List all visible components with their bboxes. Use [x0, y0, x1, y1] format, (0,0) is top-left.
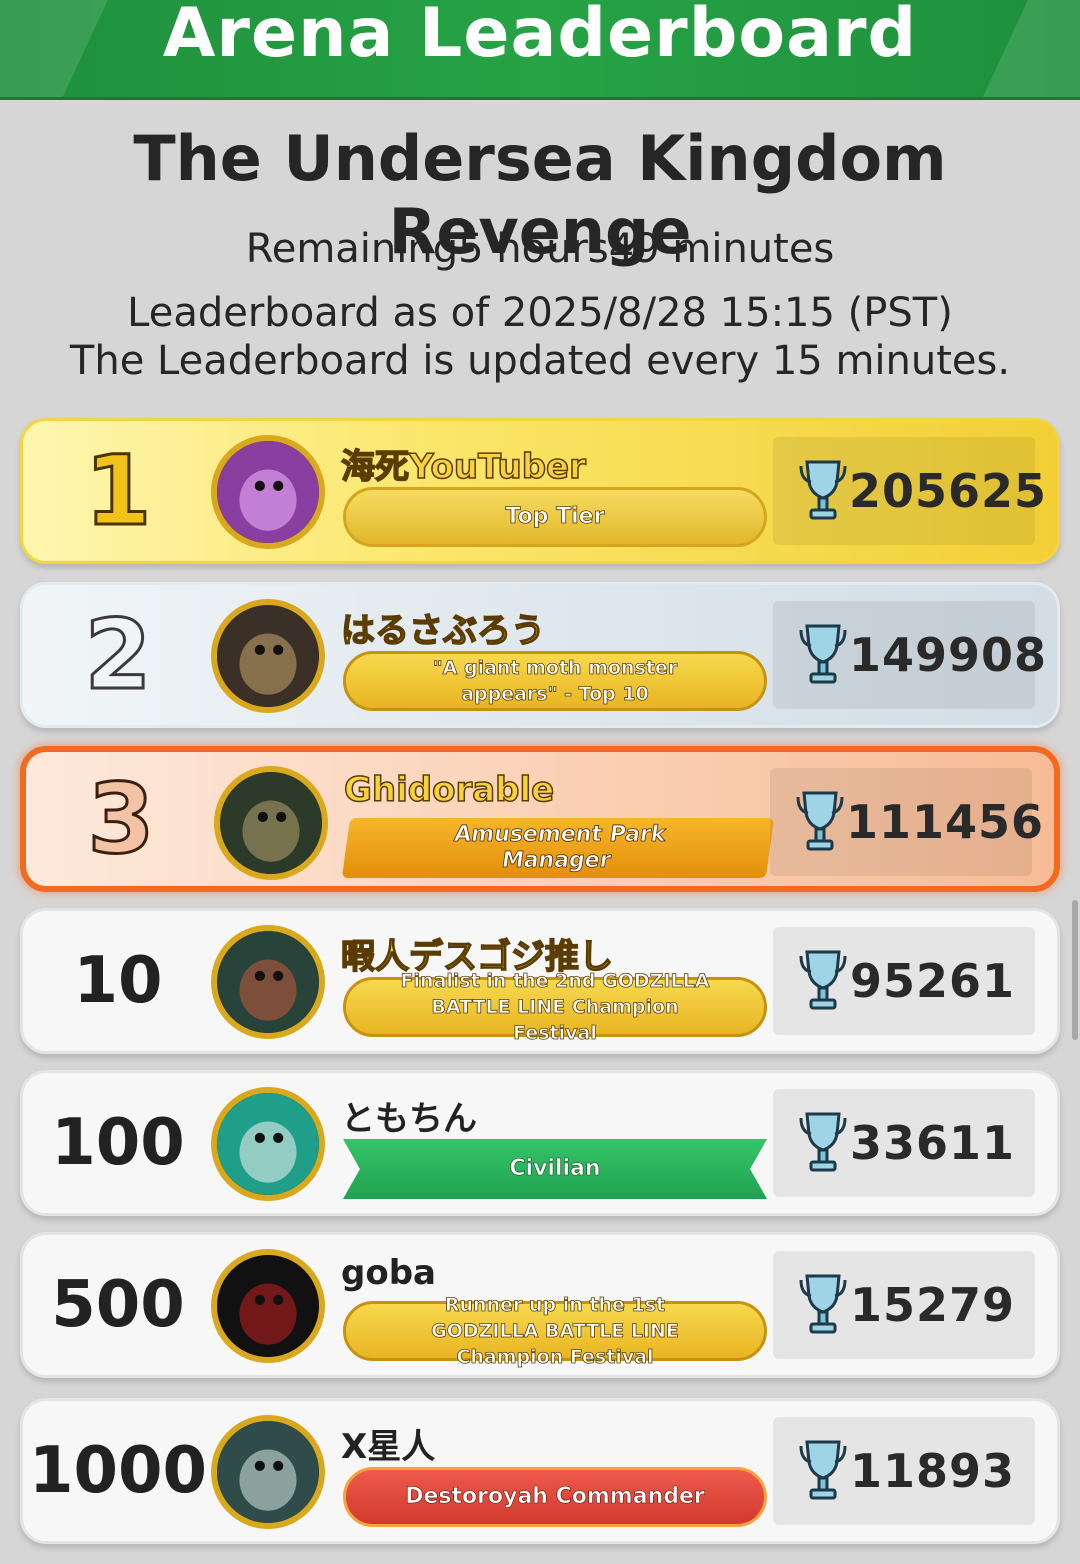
player-title-badge: Amusement Park Manager	[341, 818, 775, 878]
leaderboard-row[interactable]: 10 暇人デスゴジ推し Finalist in the 2nd GODZILLA B…	[20, 908, 1060, 1054]
player-avatar[interactable]	[211, 925, 325, 1039]
player-avatar[interactable]	[214, 766, 328, 880]
trophy-icon	[797, 1110, 849, 1176]
score-box: 205625	[773, 437, 1046, 545]
rank-number: 1	[83, 434, 153, 549]
remaining-time: Remaining5 hours49 minutes	[245, 226, 835, 272]
leaderboard-row[interactable]: 2 はるさぶろう "A giant moth monster appears" - …	[20, 582, 1060, 728]
player-name: Ghidorable	[343, 769, 555, 811]
player-name: goba	[341, 1253, 436, 1293]
player-name: 海死YouTuber	[340, 446, 586, 488]
score-box: 11893	[773, 1417, 1035, 1525]
score-box: 15279	[773, 1251, 1035, 1359]
player-title-text: Destoroyah Commander	[405, 1484, 705, 1510]
score-box: 149908	[773, 601, 1046, 709]
leaderboard-row[interactable]: 100 ともちん Civilian 33611	[20, 1070, 1060, 1216]
player-title-badge: Destoroyah Commander	[343, 1467, 767, 1527]
scrollbar[interactable]	[1072, 900, 1078, 1040]
player-title-badge: Civilian	[343, 1139, 767, 1199]
rank-number: 2	[83, 598, 153, 713]
player-title-text: Top Tier	[505, 504, 605, 530]
rank-number: 100	[51, 1106, 185, 1180]
score-value: 15279	[849, 1278, 1015, 1332]
player-avatar[interactable]	[211, 1415, 325, 1529]
score-value: 149908	[849, 628, 1048, 682]
player-avatar[interactable]	[211, 1087, 325, 1201]
leaderboard-timestamp: Leaderboard as of 2025/8/28 15:15 (PST)	[127, 290, 953, 336]
score-value: 95261	[849, 954, 1015, 1008]
trophy-icon	[797, 948, 849, 1014]
update-interval-note: The Leaderboard is updated every 15 minu…	[69, 338, 1011, 384]
leaderboard-row[interactable]: 1 海死YouTuber Top Tier 205625	[20, 418, 1060, 564]
leaderboard-row[interactable]: 1000 X星人 Destoroyah Commander 11893	[20, 1398, 1060, 1544]
score-box: 95261	[773, 927, 1035, 1035]
player-title-text: Finalist in the 2nd GODZILLA BATTLE LINE…	[400, 970, 710, 1045]
leaderboard-row[interactable]: 3 Ghidorable Amusement Park Manager 111456	[20, 746, 1060, 892]
trophy-icon	[797, 1438, 849, 1504]
rank-number: 1000	[28, 1434, 208, 1508]
player-name: X星人	[341, 1427, 436, 1467]
score-box: 111456	[770, 768, 1043, 876]
player-name: ともちん	[341, 1099, 477, 1139]
trophy-icon	[797, 458, 849, 524]
trophy-icon	[797, 622, 849, 688]
trophy-icon	[797, 1272, 849, 1338]
player-title-text: "A giant moth monster appears" - Top 10	[432, 657, 678, 706]
score-value: 205625	[849, 464, 1048, 518]
trophy-icon	[794, 789, 846, 855]
page-title: Arena Leaderboard	[162, 0, 918, 73]
player-title-badge: Finalist in the 2nd GODZILLA BATTLE LINE…	[343, 970, 767, 1044]
player-title-badge: Runner up in the 1st GODZILLA BATTLE LIN…	[343, 1294, 767, 1368]
score-value: 111456	[846, 795, 1045, 849]
player-title-text: Runner up in the 1st GODZILLA BATTLE LIN…	[431, 1294, 680, 1369]
score-box: 33611	[773, 1089, 1035, 1197]
player-title-badge: Top Tier	[343, 487, 767, 547]
player-name: はるさぶろう	[340, 610, 546, 652]
player-title-badge: "A giant moth monster appears" - Top 10	[343, 651, 767, 711]
leaderboard-row[interactable]: 500 goba Runner up in the 1st GODZILLA BAT…	[20, 1232, 1060, 1378]
score-value: 33611	[849, 1116, 1015, 1170]
score-value: 11893	[849, 1444, 1015, 1498]
rank-number: 3	[86, 762, 156, 877]
rank-number: 10	[73, 944, 163, 1018]
player-title-text: Civilian	[509, 1156, 601, 1182]
player-avatar[interactable]	[211, 435, 325, 549]
player-avatar[interactable]	[211, 599, 325, 713]
player-title-text: Amusement Park Manager	[452, 822, 668, 874]
header-banner: Arena Leaderboard	[0, 0, 1080, 100]
player-avatar[interactable]	[211, 1249, 325, 1363]
rank-number: 500	[51, 1268, 185, 1342]
